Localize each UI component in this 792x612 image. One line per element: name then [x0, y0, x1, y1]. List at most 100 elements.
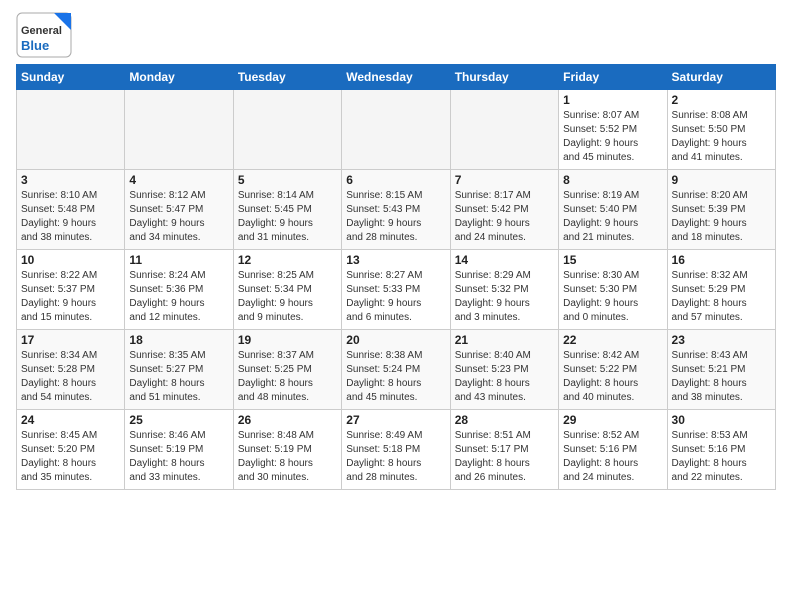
calendar-cell: 3 Sunrise: 8:10 AM Sunset: 5:48 PM Daylig…	[17, 170, 125, 250]
calendar-cell: 10 Sunrise: 8:22 AM Sunset: 5:37 PM Dayli…	[17, 250, 125, 330]
day-info: Sunrise: 8:24 AM Sunset: 5:36 PM Dayligh…	[129, 269, 228, 325]
day-number: 19	[238, 333, 337, 347]
calendar-cell	[17, 90, 125, 170]
day-number: 18	[129, 333, 228, 347]
day-info: Sunrise: 8:15 AM Sunset: 5:43 PM Dayligh…	[346, 189, 445, 245]
day-info: Sunrise: 8:53 AM Sunset: 5:16 PM Dayligh…	[672, 429, 771, 485]
day-info: Sunrise: 8:51 AM Sunset: 5:17 PM Dayligh…	[455, 429, 554, 485]
calendar-cell: 28Sunrise: 8:51 AM Sunset: 5:17 PM Dayli…	[450, 410, 558, 490]
day-number: 4	[129, 173, 228, 187]
calendar-cell	[125, 90, 233, 170]
day-info: Sunrise: 8:46 AM Sunset: 5:19 PM Dayligh…	[129, 429, 228, 485]
day-number: 1	[563, 93, 662, 107]
calendar-cell: 9Sunrise: 8:20 AM Sunset: 5:39 PM Daylig…	[667, 170, 775, 250]
calendar-cell: 12Sunrise: 8:25 AM Sunset: 5:34 PM Dayli…	[233, 250, 341, 330]
calendar-cell: 1 Sunrise: 8:07 AM Sunset: 5:52 PM Daylig…	[559, 90, 667, 170]
day-info: Sunrise: 8:14 AM Sunset: 5:45 PM Dayligh…	[238, 189, 337, 245]
day-info: Sunrise: 8:22 AM Sunset: 5:37 PM Dayligh…	[21, 269, 120, 325]
day-info: Sunrise: 8:40 AM Sunset: 5:23 PM Dayligh…	[455, 349, 554, 405]
calendar-cell: 8 Sunrise: 8:19 AM Sunset: 5:40 PM Daylig…	[559, 170, 667, 250]
calendar-cell: 26 Sunrise: 8:48 AM Sunset: 5:19 PM Dayli…	[233, 410, 341, 490]
day-info: Sunrise: 8:30 AM Sunset: 5:30 PM Dayligh…	[563, 269, 662, 325]
calendar-week-row: 3 Sunrise: 8:10 AM Sunset: 5:48 PM Daylig…	[17, 170, 776, 250]
calendar-cell: 21 Sunrise: 8:40 AM Sunset: 5:23 PM Dayli…	[450, 330, 558, 410]
logo: GeneralBlue	[16, 12, 72, 58]
day-info: Sunrise: 8:19 AM Sunset: 5:40 PM Dayligh…	[563, 189, 662, 245]
day-number: 9	[672, 173, 771, 187]
day-info: Sunrise: 8:27 AM Sunset: 5:33 PM Dayligh…	[346, 269, 445, 325]
day-number: 3	[21, 173, 120, 187]
day-info: Sunrise: 8:10 AM Sunset: 5:48 PM Dayligh…	[21, 189, 120, 245]
calendar-cell: 11Sunrise: 8:24 AM Sunset: 5:36 PM Dayli…	[125, 250, 233, 330]
day-info: Sunrise: 8:29 AM Sunset: 5:32 PM Dayligh…	[455, 269, 554, 325]
day-number: 6	[346, 173, 445, 187]
weekday-header: Thursday	[450, 65, 558, 90]
day-number: 15	[563, 253, 662, 267]
calendar-cell: 5 Sunrise: 8:14 AM Sunset: 5:45 PM Daylig…	[233, 170, 341, 250]
calendar-cell: 7 Sunrise: 8:17 AM Sunset: 5:42 PM Daylig…	[450, 170, 558, 250]
day-info: Sunrise: 8:38 AM Sunset: 5:24 PM Dayligh…	[346, 349, 445, 405]
calendar-cell: 2 Sunrise: 8:08 AM Sunset: 5:50 PM Daylig…	[667, 90, 775, 170]
day-number: 17	[21, 333, 120, 347]
calendar-cell: 4 Sunrise: 8:12 AM Sunset: 5:47 PM Daylig…	[125, 170, 233, 250]
calendar-cell: 17 Sunrise: 8:34 AM Sunset: 5:28 PM Dayli…	[17, 330, 125, 410]
weekday-header: Saturday	[667, 65, 775, 90]
day-info: Sunrise: 8:17 AM Sunset: 5:42 PM Dayligh…	[455, 189, 554, 245]
day-info: Sunrise: 8:49 AM Sunset: 5:18 PM Dayligh…	[346, 429, 445, 485]
calendar-cell: 22 Sunrise: 8:42 AM Sunset: 5:22 PM Dayli…	[559, 330, 667, 410]
weekday-header: Friday	[559, 65, 667, 90]
day-number: 10	[21, 253, 120, 267]
page: GeneralBlue SundayMondayTuesdayWednesday…	[0, 0, 792, 498]
day-info: Sunrise: 8:34 AM Sunset: 5:28 PM Dayligh…	[21, 349, 120, 405]
day-number: 21	[455, 333, 554, 347]
day-info: Sunrise: 8:37 AM Sunset: 5:25 PM Dayligh…	[238, 349, 337, 405]
calendar-cell: 30 Sunrise: 8:53 AM Sunset: 5:16 PM Dayli…	[667, 410, 775, 490]
svg-text:General: General	[21, 25, 62, 37]
day-info: Sunrise: 8:08 AM Sunset: 5:50 PM Dayligh…	[672, 109, 771, 165]
calendar-cell	[450, 90, 558, 170]
calendar-table: SundayMondayTuesdayWednesdayThursdayFrid…	[16, 64, 776, 490]
day-number: 30	[672, 413, 771, 427]
day-number: 23	[672, 333, 771, 347]
day-number: 5	[238, 173, 337, 187]
day-number: 26	[238, 413, 337, 427]
calendar-cell: 29Sunrise: 8:52 AM Sunset: 5:16 PM Dayli…	[559, 410, 667, 490]
calendar-week-row: 17 Sunrise: 8:34 AM Sunset: 5:28 PM Dayli…	[17, 330, 776, 410]
day-info: Sunrise: 8:07 AM Sunset: 5:52 PM Dayligh…	[563, 109, 662, 165]
day-info: Sunrise: 8:45 AM Sunset: 5:20 PM Dayligh…	[21, 429, 120, 485]
day-number: 16	[672, 253, 771, 267]
day-info: Sunrise: 8:35 AM Sunset: 5:27 PM Dayligh…	[129, 349, 228, 405]
header: GeneralBlue	[16, 12, 776, 58]
day-number: 29	[563, 413, 662, 427]
day-info: Sunrise: 8:43 AM Sunset: 5:21 PM Dayligh…	[672, 349, 771, 405]
weekday-header: Tuesday	[233, 65, 341, 90]
day-info: Sunrise: 8:48 AM Sunset: 5:19 PM Dayligh…	[238, 429, 337, 485]
calendar-cell: 19 Sunrise: 8:37 AM Sunset: 5:25 PM Dayli…	[233, 330, 341, 410]
day-number: 8	[563, 173, 662, 187]
calendar-cell: 25 Sunrise: 8:46 AM Sunset: 5:19 PM Dayli…	[125, 410, 233, 490]
calendar-week-row: 10 Sunrise: 8:22 AM Sunset: 5:37 PM Dayli…	[17, 250, 776, 330]
day-number: 7	[455, 173, 554, 187]
weekday-header: Sunday	[17, 65, 125, 90]
calendar-cell: 13 Sunrise: 8:27 AM Sunset: 5:33 PM Dayli…	[342, 250, 450, 330]
calendar-cell: 18 Sunrise: 8:35 AM Sunset: 5:27 PM Dayli…	[125, 330, 233, 410]
day-info: Sunrise: 8:32 AM Sunset: 5:29 PM Dayligh…	[672, 269, 771, 325]
calendar-cell	[342, 90, 450, 170]
day-number: 27	[346, 413, 445, 427]
day-info: Sunrise: 8:25 AM Sunset: 5:34 PM Dayligh…	[238, 269, 337, 325]
calendar-cell: 24 Sunrise: 8:45 AM Sunset: 5:20 PM Dayli…	[17, 410, 125, 490]
weekday-header: Wednesday	[342, 65, 450, 90]
calendar-cell: 27 Sunrise: 8:49 AM Sunset: 5:18 PM Dayli…	[342, 410, 450, 490]
calendar-cell: 15 Sunrise: 8:30 AM Sunset: 5:30 PM Dayli…	[559, 250, 667, 330]
day-info: Sunrise: 8:12 AM Sunset: 5:47 PM Dayligh…	[129, 189, 228, 245]
day-number: 24	[21, 413, 120, 427]
day-number: 25	[129, 413, 228, 427]
day-number: 14	[455, 253, 554, 267]
calendar-cell: 23 Sunrise: 8:43 AM Sunset: 5:21 PM Dayli…	[667, 330, 775, 410]
calendar-cell: 16 Sunrise: 8:32 AM Sunset: 5:29 PM Dayli…	[667, 250, 775, 330]
day-info: Sunrise: 8:42 AM Sunset: 5:22 PM Dayligh…	[563, 349, 662, 405]
calendar-cell: 6 Sunrise: 8:15 AM Sunset: 5:43 PM Daylig…	[342, 170, 450, 250]
day-number: 2	[672, 93, 771, 107]
day-number: 22	[563, 333, 662, 347]
day-number: 13	[346, 253, 445, 267]
